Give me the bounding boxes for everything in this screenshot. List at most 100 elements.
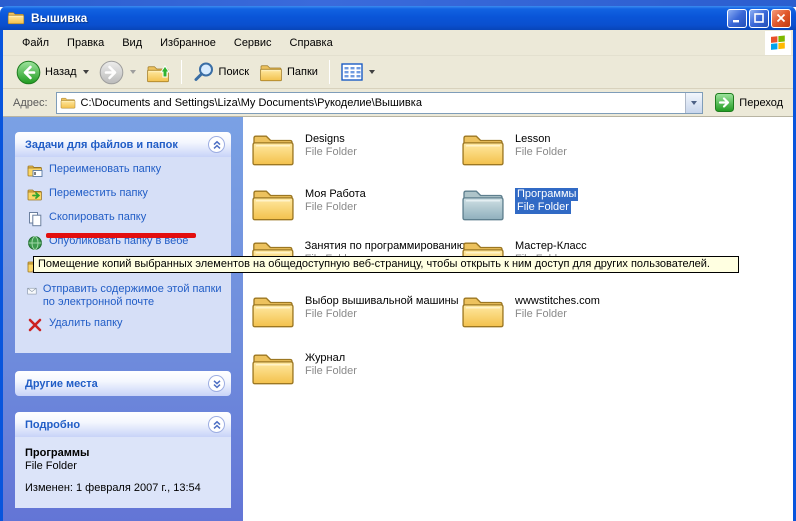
file-tasks-body: Переименовать папку Переместить папку [15,157,231,353]
details-modified: Изменен: 1 февраля 2007 г., 13:54 [25,482,223,494]
rename-folder-icon [27,163,43,179]
toolbar-separator [181,60,182,84]
menu-file[interactable]: Файл [13,33,58,53]
task-copy-folder[interactable]: Скопировать папку [27,211,223,227]
expand-button[interactable] [208,375,225,392]
file-name: Выбор вышивальной машины [305,295,459,307]
folder-icon [250,293,296,331]
file-type: File Folder [305,365,357,377]
folder-icon [460,131,506,169]
back-dropdown-icon[interactable] [83,70,89,74]
task-label: Отправить содержимое этой папки по элект… [43,283,223,309]
file-name: wwwstitches.com [515,295,600,307]
task-delete-folder[interactable]: Удалить папку [27,317,223,333]
task-label: Переименовать папку [49,163,161,176]
file-type: File Folder [305,146,357,158]
toolbar: Назад Поиск Папки [3,56,793,89]
publish-web-icon [27,235,43,251]
menu-edit[interactable]: Правка [58,33,113,53]
file-type: File Folder [305,308,357,320]
collapse-button[interactable] [208,416,225,433]
file-tile[interactable]: Lesson File Folder [460,131,675,169]
file-type: File Folder [515,308,567,320]
forward-icon [99,60,124,85]
task-rename-folder[interactable]: Переименовать папку [27,163,223,179]
file-tasks-panel: Задачи для файлов и папок Переименовать … [15,132,231,353]
task-label: Скопировать папку [49,211,146,224]
folder-up-icon [146,61,170,83]
other-places-header[interactable]: Другие места [15,371,231,396]
file-name: Lesson [515,133,550,145]
details-header[interactable]: Подробно [15,412,231,437]
maximize-button[interactable] [749,9,769,28]
up-button[interactable] [141,59,175,85]
file-tasks-title: Задачи для файлов и папок [25,139,178,151]
search-icon [193,61,215,83]
folders-label: Папки [287,66,318,78]
address-label: Адрес: [13,97,48,109]
file-name: Моя Работа [305,188,366,200]
address-folder-icon [60,96,76,110]
explorer-window: Вышивка Файл Правка Вид Избранное Сервис… [0,0,796,521]
forward-dropdown-icon [130,70,136,74]
views-icon [341,63,363,81]
details-title: Подробно [25,419,80,431]
file-tile[interactable]: Журнал File Folder [250,350,465,388]
menu-favorites[interactable]: Избранное [151,33,225,53]
go-button[interactable]: Переход [711,91,787,114]
file-type: File Folder [515,201,571,214]
close-button[interactable] [771,9,791,28]
task-move-folder[interactable]: Переместить папку [27,187,223,203]
file-name: Занятия по программированию [305,240,465,252]
file-tasks-header[interactable]: Задачи для файлов и папок [15,132,231,157]
file-name: Мастер-Класс [515,240,587,252]
address-combobox[interactable]: C:\Documents and Settings\Liza\My Docume… [56,92,704,114]
file-list-area: Designs File Folder Lesson File Folder М… [243,117,793,521]
content-area: Задачи для файлов и папок Переименовать … [3,117,793,521]
address-path: C:\Documents and Settings\Liza\My Docume… [81,97,686,109]
back-icon [16,60,41,85]
address-dropdown-button[interactable] [685,93,702,113]
folder-icon [250,186,296,224]
windows-logo-icon [765,31,791,55]
back-button[interactable]: Назад [11,58,94,87]
menu-bar: Файл Правка Вид Избранное Сервис Справка [3,30,793,56]
folders-button[interactable]: Папки [254,59,323,85]
address-bar: Адрес: C:\Documents and Settings\Liza\My… [3,89,793,117]
minimize-button[interactable] [727,9,747,28]
delete-icon [27,317,43,333]
search-label: Поиск [219,66,249,78]
views-dropdown-icon[interactable] [369,70,375,74]
task-pane-sidebar: Задачи для файлов и папок Переименовать … [3,117,243,521]
task-email-folder[interactable]: Отправить содержимое этой папки по элект… [27,283,223,309]
folder-icon [250,131,296,169]
other-places-title: Другие места [25,378,98,390]
task-label: Удалить папку [49,317,123,330]
details-body: Программы File Folder Изменен: 1 февраля… [15,437,231,508]
file-name: Программы [515,188,578,201]
file-tile[interactable]: wwwstitches.com File Folder [460,293,675,331]
views-button[interactable] [336,61,380,83]
file-name: Designs [305,133,345,145]
folder-icon [460,293,506,331]
details-file-name: Программы [25,447,223,459]
file-tile[interactable]: Моя Работа File Folder [250,186,465,224]
back-label: Назад [45,66,77,78]
file-tile[interactable]: Выбор вышивальной машины File Folder [250,293,465,331]
menu-view[interactable]: Вид [113,33,151,53]
window-title: Вышивка [31,11,725,25]
go-icon [715,93,734,112]
copy-folder-icon [27,211,43,227]
file-tile-selected[interactable]: Программы File Folder [460,186,675,224]
menu-help[interactable]: Справка [281,33,342,53]
forward-button[interactable] [94,58,141,87]
details-panel: Подробно Программы File Folder Изменен: … [15,412,231,508]
search-button[interactable]: Поиск [188,59,254,85]
email-icon [27,283,37,299]
toolbar-separator [329,60,330,84]
menu-tools[interactable]: Сервис [225,33,281,53]
collapse-button[interactable] [208,136,225,153]
tooltip: Помещение копий выбранных элементов на о… [33,256,739,273]
title-bar[interactable]: Вышивка [0,6,796,30]
file-tile[interactable]: Designs File Folder [250,131,465,169]
